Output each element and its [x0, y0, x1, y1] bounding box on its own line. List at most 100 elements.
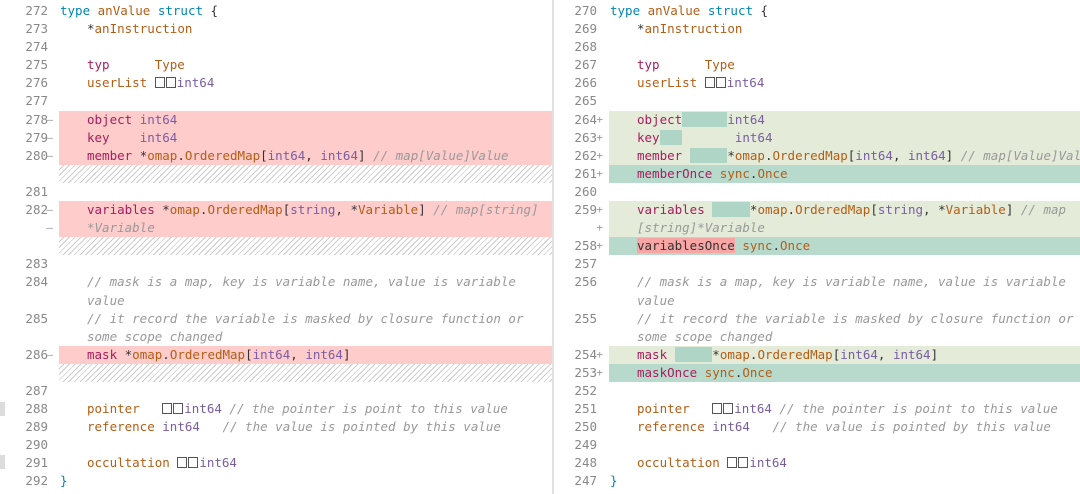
line-number-gutter	[0, 237, 58, 255]
line-number-gutter: 270	[554, 2, 608, 20]
diff-line[interactable]: + [string]*Variable	[554, 219, 1080, 238]
diff-line[interactable]: some scope changed	[0, 328, 553, 346]
diff-line[interactable]: 269 *anInstruction	[554, 20, 1080, 38]
diff-line[interactable]: 280– member *omap.OrderedMap[int64, int64…	[0, 146, 553, 165]
diff-line[interactable]: 278– object int64	[0, 110, 553, 129]
diff-line[interactable]: 248 occultation int64	[554, 454, 1080, 472]
code-token: int64	[199, 455, 237, 471]
diff-line[interactable]: 282– variables *omap.OrderedMap[string, *…	[0, 201, 553, 220]
diff-line[interactable]: 252	[554, 382, 1080, 400]
diff-line[interactable]: 291 occultation int64	[0, 454, 553, 472]
diff-line[interactable]: 253 + maskOnce sync.Once	[554, 363, 1080, 382]
diff-line[interactable]: 275 typ Type	[0, 56, 553, 74]
diff-line[interactable]: 259 + variables *omap.OrderedMap[string, *…	[554, 201, 1080, 220]
diff-pane-new[interactable]: 270 type anValue struct {269 *anInstructio…	[554, 2, 1080, 494]
code-text: maskOnce sync.Once	[609, 363, 1080, 382]
bracket-glyph	[704, 77, 715, 89]
code-token: type	[60, 3, 98, 18]
code-text: *anInstruction	[59, 20, 553, 38]
diff-line[interactable]: 263 + key int64	[554, 128, 1080, 147]
diff-line[interactable]: 262 + member *omap.OrderedMap[int64, int64…	[554, 146, 1080, 165]
diff-line[interactable]: 261 + memberOnce sync.Once	[554, 164, 1080, 183]
diff-line[interactable]: 260	[554, 183, 1080, 201]
diff-line[interactable]: 272 type anValue struct {	[0, 2, 553, 20]
diff-line[interactable]: 267 typ Type	[554, 56, 1080, 74]
code-text: // it record the variable is masked by c…	[609, 310, 1080, 328]
code-token: // the value is pointed by this value	[222, 419, 501, 435]
diff-line[interactable]: 279– key int64	[0, 128, 553, 147]
code-token: // map[Value]Value	[373, 147, 509, 163]
code-token: value	[637, 292, 675, 308]
diff-line[interactable]: 283	[0, 255, 553, 273]
diff-line[interactable]: 270 type anValue struct {	[554, 2, 1080, 20]
code-token: , *	[335, 202, 358, 218]
code-token: OrderedMap	[207, 202, 283, 218]
change-marker: –	[46, 203, 53, 217]
diff-line[interactable]: 287	[0, 382, 553, 400]
diff-line[interactable]: 276 userList int64	[0, 74, 553, 92]
code-token: typ	[637, 57, 705, 73]
diff-line[interactable]: 247}	[554, 472, 1080, 490]
code-text: value	[59, 292, 553, 310]
diff-line[interactable]: 249	[554, 436, 1080, 454]
diff-line[interactable]: 289 reference int64 // the value is point…	[0, 418, 553, 436]
diff-line[interactable]: 265	[554, 92, 1080, 110]
code-token: some scope changed	[637, 328, 773, 344]
code-token: variables	[637, 202, 713, 218]
diff-line[interactable]: 284 // mask is a map, key is variable nam…	[0, 273, 553, 291]
diff-line[interactable]: some scope changed	[554, 328, 1080, 346]
diff-line[interactable]: 286– mask *omap.OrderedMap[int64, int64]	[0, 345, 553, 364]
diff-line[interactable]: 264 + object int64	[554, 110, 1080, 129]
diff-line[interactable]: 251 pointer int64 // the pointer is point…	[554, 400, 1080, 418]
diff-line[interactable]: 256 // mask is a map, key is variable nam…	[554, 273, 1080, 291]
code-token: struct	[707, 3, 761, 18]
diff-line[interactable]: value	[554, 292, 1080, 310]
code-token: [	[870, 202, 878, 218]
diff-line[interactable]: value	[0, 292, 553, 310]
line-number-gutter: –	[0, 219, 58, 237]
code-token: object	[637, 111, 683, 127]
diff-line[interactable]: 274	[0, 38, 553, 56]
line-number-gutter: 281	[0, 183, 58, 201]
line-number-gutter: 250	[554, 418, 608, 436]
diff-line[interactable]: 290	[0, 436, 553, 454]
code-text: some scope changed	[59, 328, 553, 346]
diff-line[interactable]: 257	[554, 255, 1080, 273]
diff-line[interactable]: 285 // it record the variable is masked b…	[0, 310, 553, 328]
diff-line[interactable]	[0, 363, 553, 382]
diff-line[interactable]: 273 *anInstruction	[0, 20, 553, 38]
diff-line[interactable]: 258 + variablesOnce sync.Once	[554, 237, 1080, 256]
change-marker: +	[596, 239, 603, 253]
diff-line[interactable]: 268	[554, 38, 1080, 56]
diff-pane-old[interactable]: 272 type anValue struct {273 *anInstructio…	[0, 2, 553, 494]
diff-line[interactable]	[0, 164, 553, 183]
diff-line[interactable]: 250 reference int64 // the value is point…	[554, 418, 1080, 436]
diff-line[interactable]: 288 pointer int64 // the pointer is point…	[0, 400, 553, 418]
code-token: [	[260, 147, 268, 163]
diff-line[interactable]: 254 + mask *omap.OrderedMap[int64, int64]	[554, 345, 1080, 364]
code-token: string	[290, 202, 336, 218]
code-token: Once	[742, 364, 773, 380]
diff-line[interactable]: 255 // it record the variable is masked b…	[554, 310, 1080, 328]
line-number-gutter: 272	[0, 2, 58, 20]
line-number-gutter: 258 +	[554, 237, 608, 255]
code-text: userList int64	[609, 74, 1080, 92]
change-marker: +	[596, 112, 603, 126]
line-number: 281	[25, 183, 48, 199]
diff-line[interactable]: 277	[0, 92, 553, 110]
code-token: int64	[252, 346, 291, 362]
change-marker: +	[596, 347, 603, 361]
diff-line[interactable]: 266 userList int64	[554, 74, 1080, 92]
line-number-gutter	[554, 292, 608, 310]
diff-line[interactable]: 292}	[0, 472, 553, 490]
diff-line[interactable]: – *Variable	[0, 219, 553, 238]
code-token: .	[162, 346, 170, 362]
diff-line[interactable]	[0, 237, 553, 256]
diff-line[interactable]: 281	[0, 183, 553, 201]
code-token: Variable	[945, 202, 1006, 218]
code-token: reference	[637, 419, 713, 435]
